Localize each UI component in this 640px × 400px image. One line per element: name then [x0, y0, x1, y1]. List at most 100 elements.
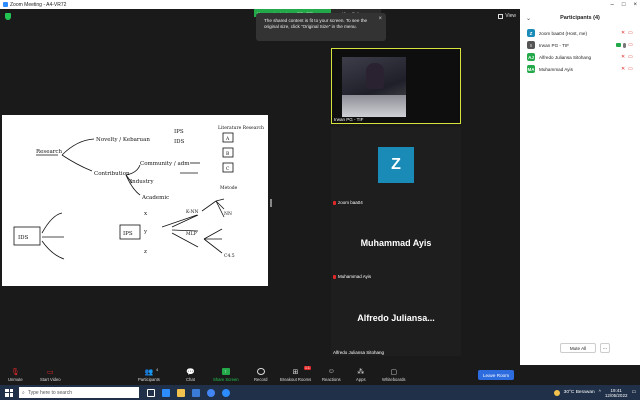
search-placeholder: Type here to search [27, 389, 73, 396]
mic-muted-icon [333, 200, 336, 205]
participants-title: Participants (4) [560, 15, 600, 21]
toast-text: The shared content is fit to your screen… [264, 18, 368, 29]
shared-screen: Research Novelty / Kebaruan Contribution… [2, 115, 268, 286]
weather-text[interactable]: 30°C Berawan [564, 390, 595, 395]
mic-on-icon [623, 42, 626, 48]
wb-label-y: y [143, 229, 148, 235]
wb-label-ips-box: IPS [123, 231, 133, 237]
clock-date: 12/05/2022 [604, 392, 628, 398]
participant-avatar: MA [527, 65, 535, 73]
participants-icon: 👥 [144, 368, 154, 376]
weather-icon[interactable] [553, 389, 560, 396]
taskbar-clock[interactable]: 19:41 12/05/2022 [605, 388, 628, 398]
meeting-area: You are viewing Irwan PG - TIF's screen … [0, 9, 520, 365]
chrome-icon[interactable] [207, 388, 215, 397]
breakout-badge: 1:1 [304, 366, 311, 370]
reactions-label: Reactions [322, 377, 341, 382]
participants-label: Participants [138, 377, 160, 382]
participants-panel: ⌄ Participants (4) Z zoom baa04 (Host, m… [520, 9, 640, 365]
video-tile-alfredo[interactable]: Alfredo Juliansa... Alfredo Juliansa Sit… [331, 280, 461, 356]
video-desk-area [342, 95, 406, 117]
close-icon[interactable]: × [633, 2, 637, 8]
store-icon[interactable] [192, 388, 200, 397]
record-button[interactable]: Record [254, 365, 268, 385]
taskbar-search[interactable]: ⌕ Type here to search [19, 387, 139, 398]
wb-label-c: C [226, 166, 230, 172]
share-screen-label: Share Screen [213, 377, 239, 382]
wb-label-z: z [144, 249, 147, 255]
minimize-icon[interactable]: – [611, 2, 614, 8]
collapse-panel-icon[interactable]: ⌄ [526, 15, 531, 22]
more-options-button[interactable]: ... [600, 343, 610, 353]
wb-label-c45: C4.5 [224, 253, 235, 259]
participant-name: zoom baa04 (Host, me) [539, 30, 587, 36]
video-off-icon: ▭ [628, 29, 633, 36]
wb-label-novelty: Novelty / Kebaruan [96, 137, 150, 143]
leave-room-button[interactable]: Leave Room [478, 370, 514, 380]
participant-name: Irwan PG - TIF [539, 42, 570, 48]
whiteboards-button[interactable]: ▢ Whiteboards [382, 365, 406, 385]
split-resize-handle[interactable] [270, 199, 272, 207]
window-titlebar: Zoom Meeting - A4-VR72 – □ × [0, 0, 640, 9]
windows-start-icon[interactable] [5, 388, 13, 397]
participant-row[interactable]: AJ Alfredo Juliansa Sitohang ✕ ▭ [520, 51, 640, 63]
video-tile-muhammad[interactable]: Muhammad Ayis Muhammad Ayis [331, 205, 461, 280]
security-shield-icon[interactable] [5, 13, 11, 20]
tile-name-muhammad: Muhammad Ayis [338, 274, 372, 279]
tile-big-name-muhammad: Muhammad Ayis [360, 237, 432, 248]
breakout-rooms-icon: ⊞ [292, 368, 299, 376]
wb-label-x: x [144, 211, 148, 217]
maximize-icon[interactable]: □ [622, 2, 626, 8]
view-button-label: View [505, 13, 516, 19]
task-view-icon[interactable] [147, 388, 155, 397]
edge-icon[interactable] [162, 388, 170, 397]
whiteboards-label: Whiteboards [382, 377, 406, 382]
screen-share-icon [616, 42, 621, 47]
video-off-icon: ▭ [628, 53, 633, 60]
tray-chevron-icon[interactable]: ^ [599, 390, 601, 395]
video-off-icon: ▭ [47, 368, 54, 376]
wb-label-industry: Industry [130, 179, 154, 185]
share-screen-button[interactable]: ↑ Share Screen [213, 365, 239, 385]
participant-row[interactable]: MA Muhammad Ayis ✕ ▭ [520, 63, 640, 75]
grid-view-icon [498, 13, 504, 19]
share-screen-icon: ↑ [221, 368, 230, 375]
unmute-label: Unmute [8, 377, 23, 382]
participant-row[interactable]: Z zoom baa04 (Host, me) ✕ ▭ [520, 27, 640, 39]
file-explorer-icon[interactable] [177, 388, 185, 397]
unmute-button[interactable]: 🎙 Unmute [8, 365, 23, 385]
mute-all-button[interactable]: Mute All [560, 343, 596, 353]
wb-label-ids-top: IDS [174, 139, 185, 145]
wb-label-contribution: Contribution [94, 171, 130, 177]
participant-avatar: I [527, 41, 535, 49]
fit-screen-toast: The shared content is fit to your screen… [256, 13, 386, 41]
breakout-rooms-button[interactable]: ⊞ Breakout Rooms 1:1 [280, 365, 311, 385]
notifications-icon[interactable]: ▭ [631, 390, 636, 395]
apps-button[interactable]: ⁂ Apps [356, 365, 366, 385]
participant-avatar: Z [527, 29, 535, 37]
video-off-icon: ▭ [628, 65, 633, 72]
apps-label: Apps [356, 377, 366, 382]
meeting-toolbar: 🎙 Unmute ▭ Start Video 👥 Participants 4 … [0, 365, 520, 385]
participant-row[interactable]: I Irwan PG - TIF ▭ [520, 39, 640, 51]
zoom-app-icon [3, 2, 8, 7]
tile-name-alfredo: Alfredo Juliansa Sitohang [333, 350, 385, 355]
breakout-rooms-label: Breakout Rooms [280, 377, 312, 382]
chat-button[interactable]: 💬 Chat [186, 365, 195, 385]
reactions-button[interactable]: ☺ Reactions [322, 365, 341, 385]
chat-label: Chat [186, 377, 195, 382]
mic-muted-icon: ✕ [621, 65, 626, 72]
zoom-taskbar-icon[interactable] [222, 388, 230, 397]
start-video-button[interactable]: ▭ Start Video [40, 365, 61, 385]
avatar-zoom-baa04: Z [378, 147, 414, 183]
wb-label-b: B [226, 151, 230, 157]
view-button[interactable]: View [498, 13, 516, 19]
mic-muted-icon: 🎙 [10, 368, 20, 376]
participant-name: Muhammad Ayis [539, 66, 573, 72]
video-tile-irwan[interactable]: Irwan PG - TIF [331, 48, 461, 124]
wb-label-metode: Metode [220, 185, 238, 191]
participants-count: 4 [156, 367, 159, 372]
toast-close-icon[interactable]: × [378, 16, 382, 22]
video-tile-zoom-baa04[interactable]: Z zoom baa04 [331, 127, 461, 206]
participant-silhouette [366, 63, 384, 89]
